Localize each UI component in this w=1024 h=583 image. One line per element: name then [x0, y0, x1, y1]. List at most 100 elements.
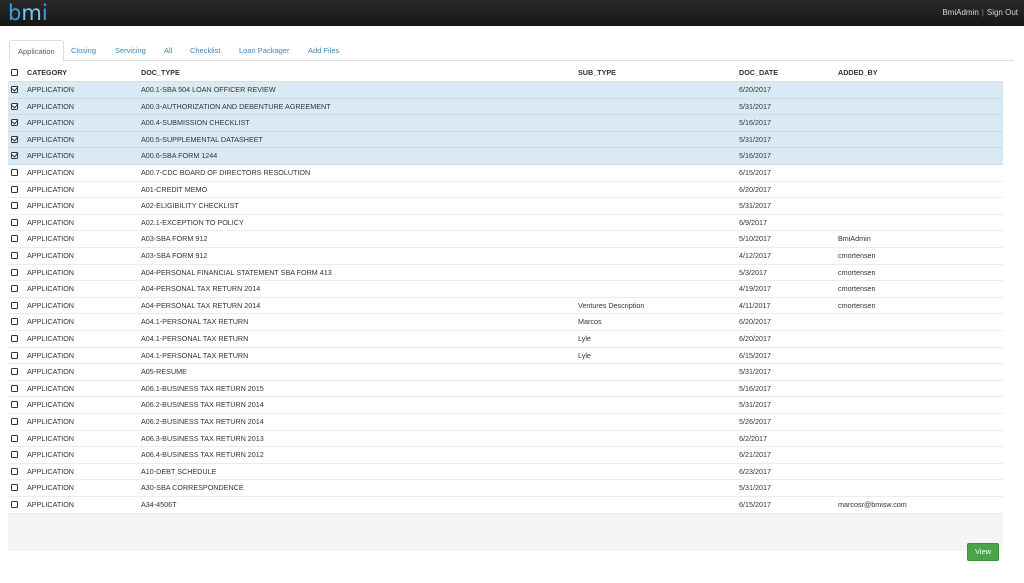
user-menu: BmiAdmin | Sign Out	[942, 8, 1018, 17]
row-checkbox[interactable]	[11, 335, 18, 342]
row-checkbox[interactable]	[11, 368, 18, 376]
cell-doc-date: 6/15/2017	[739, 350, 771, 360]
row-checkbox[interactable]	[11, 384, 18, 392]
column-header-added-by[interactable]: ADDED_BY	[838, 65, 878, 81]
cell-category: APPLICATION	[27, 184, 74, 194]
table-row[interactable]: APPLICATION A00.6-SBA FORM 1244 5/16/2017	[8, 148, 1003, 165]
row-checkbox[interactable]	[11, 318, 18, 326]
table-row[interactable]: APPLICATION A04-PERSONAL TAX RETURN 2014 V…	[8, 297, 1003, 315]
tab-application[interactable]: Application	[9, 40, 64, 62]
cell-added-by: cmortensen	[838, 284, 876, 294]
cell-doc-date: 6/20/2017	[739, 85, 771, 94]
bmi-logo[interactable]: bmi	[8, 1, 48, 25]
top-navbar: bmi BmiAdmin | Sign Out	[0, 0, 1024, 26]
row-checkbox[interactable]	[11, 135, 18, 143]
table-row[interactable]: APPLICATION A00.3-AUTHORIZATION AND DEBEN…	[8, 98, 1003, 116]
cell-doc-type: A01-CREDIT MEMO	[141, 184, 208, 194]
table-row[interactable]: APPLICATION A06.2-BUSINESS TAX RETURN 201…	[8, 397, 1003, 414]
table-row[interactable]: APPLICATION A00.7-CDC BOARD OF DIRECTORS …	[8, 165, 1003, 182]
table-row[interactable]: APPLICATION A00.4-SUBMISSION CHECKLIST 5/1…	[8, 115, 1003, 132]
row-checkbox[interactable]	[11, 86, 18, 93]
row-checkbox[interactable]	[11, 169, 18, 176]
column-header-doc-type[interactable]: DOC_TYPE	[141, 65, 180, 81]
row-checkbox[interactable]	[11, 484, 18, 492]
cell-category: APPLICATION	[27, 168, 74, 177]
table-row[interactable]: APPLICATION A05-RESUME 5/31/2017	[8, 364, 1003, 381]
cell-added-by: marcosr@bmisw.com	[838, 500, 907, 509]
row-checkbox[interactable]	[11, 467, 18, 475]
table-row[interactable]: APPLICATION A06.1-BUSINESS TAX RETURN 201…	[8, 380, 1003, 398]
row-checkbox[interactable]	[11, 268, 18, 276]
row-checkbox[interactable]	[11, 451, 18, 459]
row-checkbox[interactable]	[11, 501, 18, 508]
tab-loan-packager[interactable]: Loan Packager	[231, 40, 297, 61]
view-button[interactable]: View	[967, 543, 999, 561]
logo-part-highlight: m	[21, 1, 42, 25]
table-row[interactable]: APPLICATION A00.5-SUPPLEMENTAL DATASHEET 5…	[8, 131, 1003, 149]
cell-doc-type: A04-PERSONAL FINANCIAL STATEMENT SBA FOR…	[141, 267, 332, 277]
cell-doc-date: 4/11/2017	[739, 300, 771, 310]
table-row[interactable]: APPLICATION A04-PERSONAL TAX RETURN 2014 4…	[8, 281, 1003, 298]
table-row[interactable]: APPLICATION A06.3-BUSINESS TAX RETURN 201…	[8, 430, 1003, 448]
row-checkbox[interactable]	[11, 119, 18, 127]
cell-doc-date: 5/31/2017	[739, 101, 771, 111]
table-row[interactable]: APPLICATION A04.1-PERSONAL TAX RETURN Lyle…	[8, 347, 1003, 365]
column-header-doc-date[interactable]: DOC_DATE	[739, 65, 778, 81]
row-checkbox[interactable]	[11, 351, 18, 359]
cell-doc-type: A04.1-PERSONAL TAX RETURN	[141, 317, 249, 327]
username-link[interactable]: BmiAdmin	[942, 8, 978, 17]
row-checkbox[interactable]	[11, 434, 18, 442]
table-row[interactable]: APPLICATION A04-PERSONAL FINANCIAL STATEM…	[8, 264, 1003, 282]
table-row[interactable]: APPLICATION A01-CREDIT MEMO 6/20/2017	[8, 181, 1003, 199]
row-checkbox[interactable]	[11, 301, 18, 309]
row-checkbox[interactable]	[11, 185, 18, 193]
row-checkbox[interactable]	[11, 102, 18, 110]
row-checkbox[interactable]	[11, 252, 18, 259]
grid-header-row: CATEGORY DOC_TYPE SUB_TYPE DOC_DATE ADDE…	[8, 65, 1003, 82]
tab-add-files[interactable]: Add Files	[300, 40, 347, 61]
table-row[interactable]: APPLICATION A03-SBA FORM 912 5/10/2017 BmiA…	[8, 231, 1003, 248]
table-row[interactable]: APPLICATION A02.1-EXCEPTION TO POLICY 6/9/…	[8, 214, 1003, 232]
cell-doc-date: 6/20/2017	[739, 317, 771, 327]
cell-doc-type: A03-SBA FORM 912	[141, 234, 208, 244]
tab-closing[interactable]: Closing	[63, 40, 104, 61]
row-checkbox[interactable]	[11, 152, 18, 160]
column-header-sub-type[interactable]: SUB_TYPE	[578, 65, 616, 81]
sign-out-link[interactable]: Sign Out	[987, 8, 1018, 17]
cell-doc-date: 6/23/2017	[739, 466, 771, 476]
table-row[interactable]: APPLICATION A06.2-BUSINESS TAX RETURN 201…	[8, 414, 1003, 431]
table-row[interactable]: APPLICATION A00.1-SBA 504 LOAN OFFICER RE…	[8, 82, 1003, 99]
table-row[interactable]: APPLICATION A04.1-PERSONAL TAX RETURN Marc…	[8, 314, 1003, 331]
cell-category: APPLICATION	[27, 450, 74, 460]
row-checkbox[interactable]	[11, 285, 18, 293]
row-checkbox[interactable]	[11, 418, 18, 425]
column-header-category[interactable]: CATEGORY	[27, 65, 67, 81]
table-row[interactable]: APPLICATION A02-ELIGIBILITY CHECKLIST 5/31…	[8, 198, 1003, 215]
cell-category: APPLICATION	[27, 101, 74, 111]
select-all-checkbox[interactable]	[11, 69, 18, 76]
cell-category: APPLICATION	[27, 350, 74, 360]
cell-doc-type: A06.4-BUSINESS TAX RETURN 2012	[141, 450, 264, 460]
cell-doc-type: A00.7-CDC BOARD OF DIRECTORS RESOLUTION	[141, 168, 311, 177]
document-tabs: Application Closing Servicing All Checkl…	[9, 40, 1014, 62]
row-checkbox[interactable]	[11, 202, 18, 210]
tab-servicing[interactable]: Servicing	[107, 40, 154, 61]
cell-sub-type: Lyle	[578, 350, 591, 360]
row-checkbox[interactable]	[11, 401, 18, 409]
row-checkbox[interactable]	[11, 218, 18, 226]
row-checkbox[interactable]	[11, 235, 18, 243]
cell-category: APPLICATION	[27, 300, 74, 310]
table-row[interactable]: APPLICATION A10-DEBT SCHEDULE 6/23/2017	[8, 463, 1003, 481]
table-row[interactable]: APPLICATION A34-4506T 6/15/2017 marcosr@bmi…	[8, 497, 1003, 514]
tab-checklist[interactable]: Checklist	[182, 40, 228, 61]
table-row[interactable]: APPLICATION A30-SBA CORRESPONDENCE 5/31/20…	[8, 480, 1003, 497]
cell-category: APPLICATION	[27, 234, 74, 244]
table-row[interactable]: APPLICATION A06.4-BUSINESS TAX RETURN 201…	[8, 447, 1003, 464]
table-row[interactable]: APPLICATION A04.1-PERSONAL TAX RETURN Lyle…	[8, 331, 1003, 348]
cell-doc-date: 6/20/2017	[739, 334, 771, 343]
cell-sub-type: Lyle	[578, 334, 591, 343]
tab-all[interactable]: All	[156, 40, 180, 61]
cell-doc-type: A10-DEBT SCHEDULE	[141, 466, 217, 476]
cell-doc-date: 6/9/2017	[739, 217, 767, 227]
table-row[interactable]: APPLICATION A03-SBA FORM 912 4/12/2017 cmor…	[8, 248, 1003, 265]
